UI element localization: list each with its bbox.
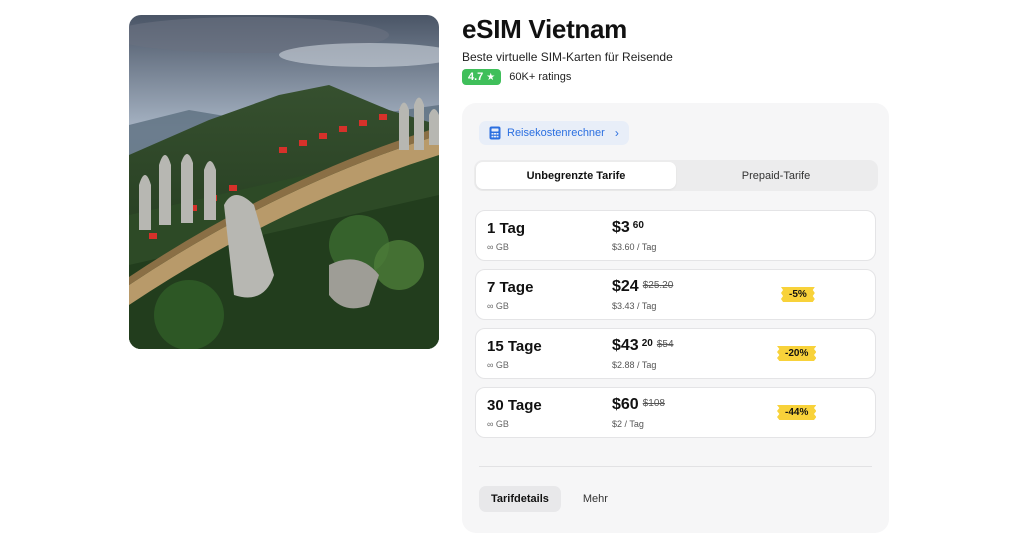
page-subtitle: Beste virtuelle SIM-Karten für Reisende (462, 50, 673, 64)
price-main: $43 (612, 337, 639, 354)
plan-price: $24 $25.20 (612, 278, 673, 296)
plan-card-15-days[interactable]: 15 Tage ∞ GB $43 20 $54 $2.88 / Tag -20% (475, 328, 876, 379)
plan-card-7-days[interactable]: 7 Tage ∞ GB $24 $25.20 $3.43 / Tag -5% (475, 269, 876, 320)
product-image (129, 15, 439, 349)
plan-price: $3 60 (612, 219, 644, 237)
price-per-day: $3.43 / Tag (612, 301, 657, 311)
plans-panel: Reisekostenrechner › Unbegrenzte Tarife … (462, 103, 889, 533)
plan-duration: 1 Tag (487, 220, 526, 237)
rating-count: 60K+ ratings (509, 71, 572, 83)
divider (479, 466, 872, 467)
plan-duration: 30 Tage (487, 397, 542, 414)
plan-data: ∞ GB (487, 419, 509, 429)
tab-prepaid-plans[interactable]: Prepaid-Tarife (676, 162, 876, 189)
price-per-day: $3.60 / Tag (612, 242, 657, 252)
rating-badge: 4.7 ★ (462, 69, 502, 85)
price-main: $60 (612, 396, 639, 413)
price-old: $25.20 (642, 280, 674, 291)
detail-tabs: Tarifdetails Mehr (479, 486, 620, 512)
calculator-icon (489, 126, 501, 140)
plan-type-tabs: Unbegrenzte Tarife Prepaid-Tarife (474, 160, 878, 191)
plan-data: ∞ GB (487, 242, 509, 252)
discount-badge: -20% (777, 346, 817, 361)
rating-row: 4.7 ★ 60K+ ratings (462, 69, 571, 85)
tab-unlimited-plans[interactable]: Unbegrenzte Tarife (476, 162, 676, 189)
price-old: $54 (656, 339, 674, 350)
plan-data: ∞ GB (487, 360, 509, 370)
price-cents: 20 (641, 338, 653, 349)
price-main: $24 (612, 278, 639, 295)
plan-duration: 7 Tage (487, 279, 534, 296)
plan-card-1-day[interactable]: 1 Tag ∞ GB $3 60 $3.60 / Tag (475, 210, 876, 261)
plan-duration: 15 Tage (487, 338, 542, 355)
plan-card-30-days[interactable]: 30 Tage ∞ GB $60 $108 $2 / Tag -44% (475, 387, 876, 438)
discount-badge: -5% (781, 287, 815, 302)
price-per-day: $2 / Tag (612, 419, 644, 429)
star-icon: ★ (486, 71, 496, 83)
plan-price: $43 20 $54 (612, 337, 674, 355)
price-main: $3 (612, 219, 630, 236)
plan-list: 1 Tag ∞ GB $3 60 $3.60 / Tag 7 Tage ∞ GB… (475, 210, 876, 446)
golden-bridge-photo (129, 15, 439, 349)
plan-price: $60 $108 (612, 396, 665, 414)
rating-value: 4.7 (468, 71, 484, 83)
price-cents: 60 (632, 220, 644, 231)
calculator-label: Reisekostenrechner (507, 127, 605, 139)
plan-data: ∞ GB (487, 301, 509, 311)
price-per-day: $2.88 / Tag (612, 360, 657, 370)
tab-plan-details[interactable]: Tarifdetails (479, 486, 561, 512)
discount-badge: -44% (777, 405, 817, 420)
tab-more[interactable]: Mehr (571, 486, 620, 512)
travel-cost-calculator-button[interactable]: Reisekostenrechner › (479, 121, 629, 145)
page-title: eSIM Vietnam (462, 14, 627, 44)
chevron-right-icon: › (614, 126, 619, 140)
price-old: $108 (642, 398, 665, 409)
